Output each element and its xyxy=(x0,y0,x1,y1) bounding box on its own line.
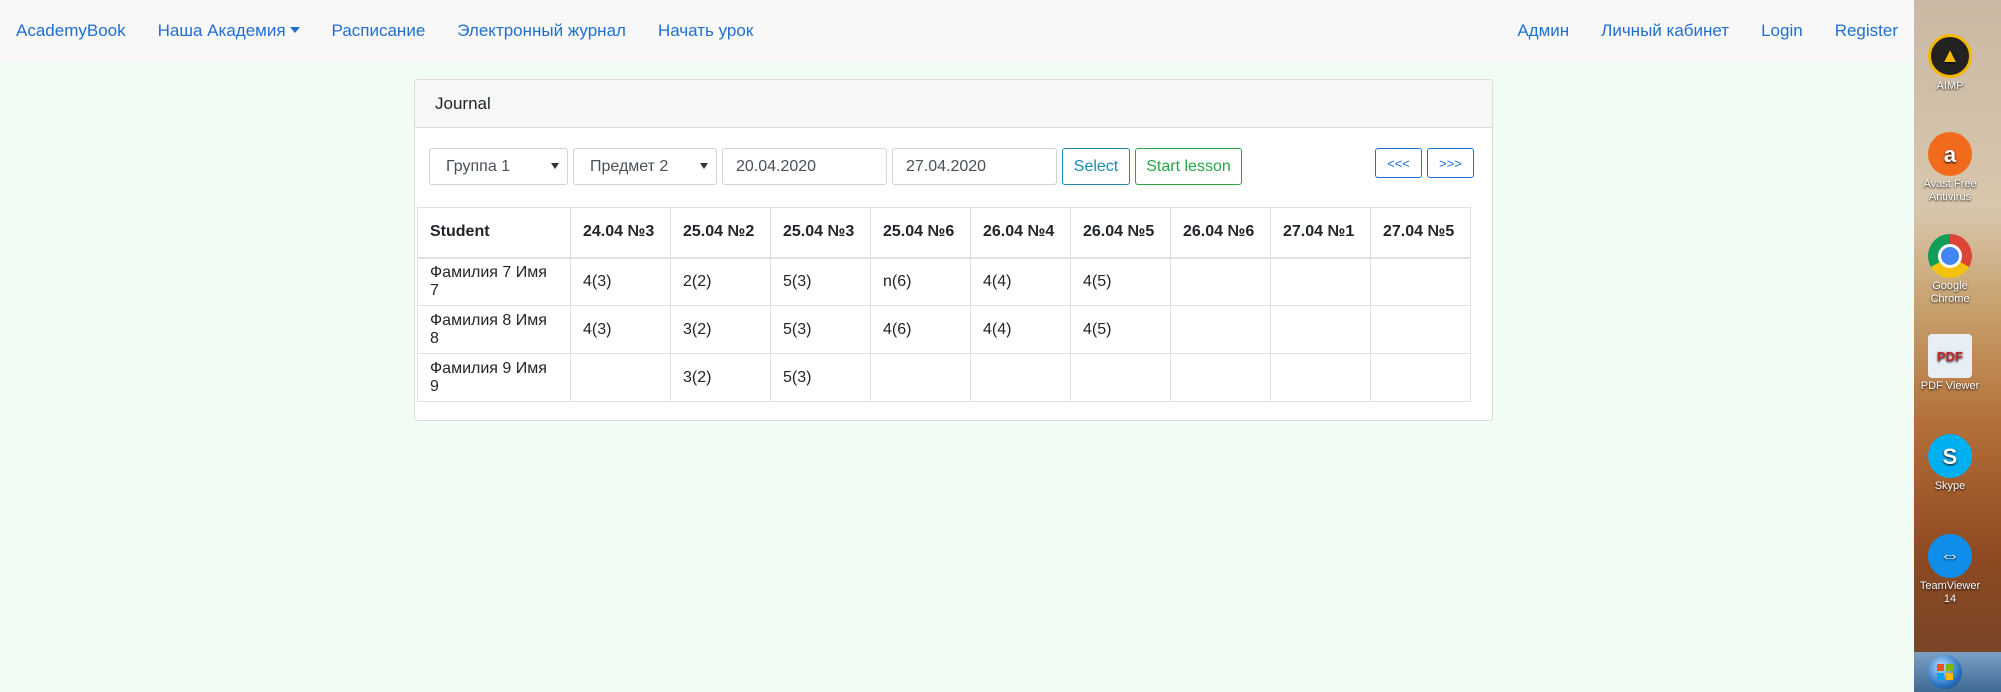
column-header: 24.04 №3 xyxy=(570,207,671,259)
teamviewer-icon: ⇔ xyxy=(1928,534,1972,578)
caret-down-icon xyxy=(289,27,300,33)
column-header: 27.04 №1 xyxy=(1270,207,1371,259)
nav-right: Админ Личный кабинет Login Register xyxy=(1517,21,1898,41)
nav-admin[interactable]: Админ xyxy=(1517,21,1569,41)
table-row: Фамилия 9 Имя 9 3(2) 5(3) xyxy=(417,353,1471,402)
date-to-input[interactable]: 27.04.2020 xyxy=(892,148,1057,185)
select-button[interactable]: Select xyxy=(1062,148,1130,185)
nav-journal[interactable]: Электронный журнал xyxy=(457,21,626,41)
journal-controls: Группа 1 Предмет 2 20.04.2020 27.04.2020… xyxy=(415,128,1492,206)
nav-left: Наша Академия Расписание Электронный жур… xyxy=(158,21,754,41)
student-name-cell: Фамилия 9 Имя 9 xyxy=(417,353,571,402)
desktop-icon-label: AIMP xyxy=(1936,80,1964,92)
desktop-icon-chrome[interactable]: Google Chrome xyxy=(1914,234,1986,306)
column-header: 25.04 №6 xyxy=(870,207,971,259)
grade-cell[interactable]: 4(5) xyxy=(1070,257,1171,306)
grade-cell[interactable] xyxy=(1170,257,1271,306)
desktop-icon-label: Avast Free Antivirus xyxy=(1923,178,1977,203)
table-header-row: Student 24.04 №3 25.04 №2 25.04 №3 25.04… xyxy=(417,207,1471,259)
desktop-icon-teamviewer[interactable]: ⇔ TeamViewer 14 xyxy=(1914,534,1986,606)
grade-cell[interactable] xyxy=(1170,353,1271,402)
start-button[interactable] xyxy=(1928,655,1962,689)
grade-cell[interactable]: n(6) xyxy=(870,257,971,306)
column-header: Student xyxy=(417,207,571,259)
journal-table: Student 24.04 №3 25.04 №2 25.04 №3 25.04… xyxy=(417,207,1471,402)
column-header: 25.04 №2 xyxy=(670,207,771,259)
subject-select-value: Предмет 2 xyxy=(590,157,669,175)
nav-academy-dropdown[interactable]: Наша Академия xyxy=(158,21,300,41)
desktop-icon-label: Google Chrome xyxy=(1930,280,1970,305)
grade-cell[interactable] xyxy=(1270,305,1371,354)
nav-academy-label: Наша Академия xyxy=(157,21,286,40)
brand-link[interactable]: AcademyBook xyxy=(16,21,126,41)
grade-cell[interactable] xyxy=(1270,257,1371,306)
desktop-icon-avast[interactable]: a Avast Free Antivirus xyxy=(1914,132,1986,204)
desktop-icon-pdf-viewer[interactable]: PDF PDF Viewer xyxy=(1914,334,1986,393)
taskbar xyxy=(1914,652,2001,692)
grade-cell[interactable] xyxy=(1070,353,1171,402)
grade-cell[interactable] xyxy=(570,353,671,402)
grade-cell[interactable]: 4(4) xyxy=(970,257,1071,306)
grade-cell[interactable] xyxy=(1170,305,1271,354)
journal-card: Journal Группа 1 Предмет 2 20.04.2020 27… xyxy=(414,79,1493,421)
column-header: 26.04 №4 xyxy=(970,207,1071,259)
group-select[interactable]: Группа 1 xyxy=(429,148,568,185)
grade-cell[interactable]: 4(3) xyxy=(570,257,671,306)
grade-cell[interactable] xyxy=(1370,353,1471,402)
desktop-icon-skype[interactable]: S Skype xyxy=(1914,434,1986,493)
nav-register[interactable]: Register xyxy=(1835,21,1898,41)
avast-icon: a xyxy=(1928,132,1972,176)
grade-cell[interactable] xyxy=(870,353,971,402)
nav-start-lesson[interactable]: Начать урок xyxy=(658,21,753,41)
grade-cell[interactable] xyxy=(1370,305,1471,354)
top-navbar: AcademyBook Наша Академия Расписание Эле… xyxy=(0,0,1914,62)
grade-cell[interactable]: 2(2) xyxy=(670,257,771,306)
student-name-cell: Фамилия 7 Имя 7 xyxy=(417,257,571,306)
grade-cell[interactable]: 4(4) xyxy=(970,305,1071,354)
card-title: Journal xyxy=(415,80,1492,128)
grade-cell[interactable]: 5(3) xyxy=(770,257,871,306)
nav-login[interactable]: Login xyxy=(1761,21,1803,41)
desktop-icon-aimp[interactable]: ▲ AIMP xyxy=(1914,34,1986,93)
table-row: Фамилия 7 Имя 7 4(3) 2(2) 5(3) n(6) 4(4)… xyxy=(417,257,1471,306)
grade-cell[interactable]: 4(6) xyxy=(870,305,971,354)
skype-icon: S xyxy=(1928,434,1972,478)
date-from-input[interactable]: 20.04.2020 xyxy=(722,148,887,185)
pdf-icon: PDF xyxy=(1928,334,1972,378)
grade-cell[interactable] xyxy=(970,353,1071,402)
grade-cell[interactable]: 3(2) xyxy=(670,305,771,354)
desktop-icon-label: PDF Viewer xyxy=(1920,380,1980,392)
dropdown-arrow-icon xyxy=(551,163,559,169)
column-header: 25.04 №3 xyxy=(770,207,871,259)
windows-desktop: ▲ AIMP a Avast Free Antivirus Google Chr… xyxy=(1914,0,2001,692)
table-row: Фамилия 8 Имя 8 4(3) 3(2) 5(3) 4(6) 4(4)… xyxy=(417,305,1471,354)
column-header: 26.04 №5 xyxy=(1070,207,1171,259)
aimp-icon: ▲ xyxy=(1928,34,1972,78)
desktop-icon-label: Skype xyxy=(1934,480,1966,492)
chrome-icon xyxy=(1928,234,1972,278)
prev-week-button[interactable]: <<< xyxy=(1375,148,1422,178)
column-header: 27.04 №5 xyxy=(1370,207,1471,259)
nav-cabinet[interactable]: Личный кабинет xyxy=(1601,21,1729,41)
grade-cell[interactable]: 5(3) xyxy=(770,305,871,354)
nav-schedule[interactable]: Расписание xyxy=(332,21,426,41)
grade-cell[interactable] xyxy=(1370,257,1471,306)
desktop-icon-label: TeamViewer 14 xyxy=(1919,580,1981,605)
student-name-cell: Фамилия 8 Имя 8 xyxy=(417,305,571,354)
grade-cell[interactable]: 5(3) xyxy=(770,353,871,402)
column-header: 26.04 №6 xyxy=(1170,207,1271,259)
grade-cell[interactable]: 4(3) xyxy=(570,305,671,354)
grade-cell[interactable]: 3(2) xyxy=(670,353,771,402)
dropdown-arrow-icon xyxy=(700,163,708,169)
group-select-value: Группа 1 xyxy=(446,157,511,175)
windows-logo-icon xyxy=(1937,664,1953,680)
next-week-button[interactable]: >>> xyxy=(1427,148,1474,178)
start-lesson-button[interactable]: Start lesson xyxy=(1135,148,1242,185)
grade-cell[interactable]: 4(5) xyxy=(1070,305,1171,354)
subject-select[interactable]: Предмет 2 xyxy=(573,148,717,185)
grade-cell[interactable] xyxy=(1270,353,1371,402)
